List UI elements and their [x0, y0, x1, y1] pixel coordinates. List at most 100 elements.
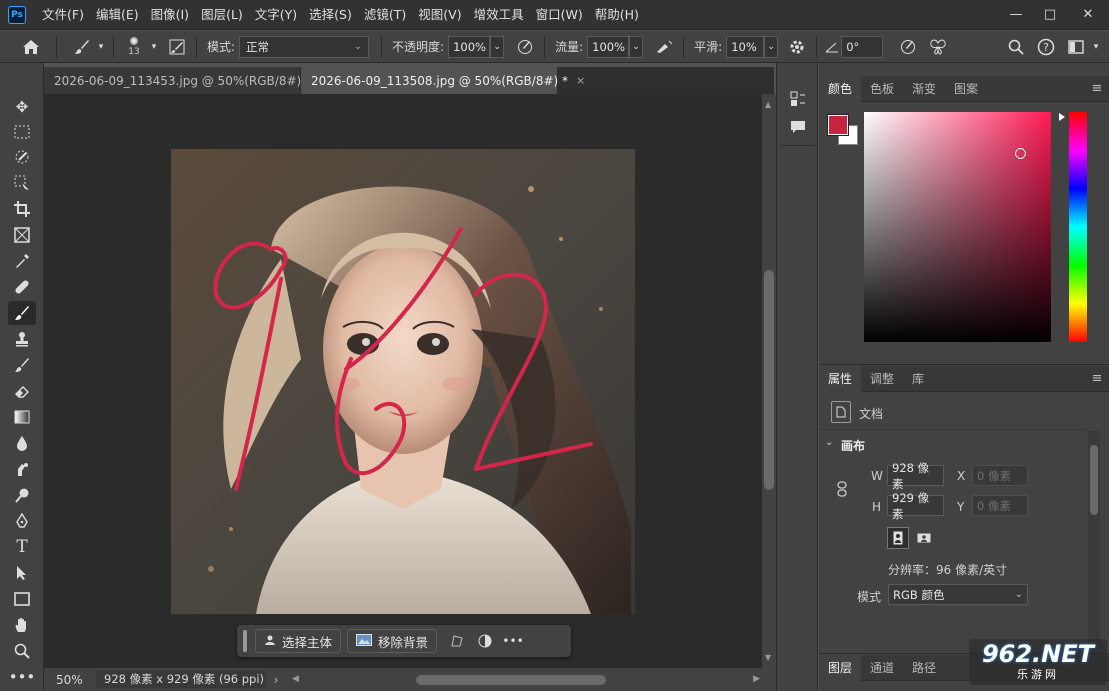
drag-handle[interactable] — [243, 630, 247, 652]
tab-paths[interactable]: 路径 — [903, 655, 945, 681]
flow-dropdown[interactable]: ⌄ — [629, 35, 644, 58]
brush-tool-icon[interactable] — [69, 34, 95, 60]
transform-icon[interactable] — [443, 634, 471, 648]
tab-properties[interactable]: 属性 — [819, 366, 862, 392]
close-button[interactable]: ✕ — [1067, 0, 1109, 30]
tab-color[interactable]: 颜色 — [819, 76, 862, 102]
panel-menu-icon[interactable]: ≡ — [1085, 366, 1109, 391]
gear-icon[interactable] — [784, 34, 810, 60]
tab-document-1[interactable]: 2026-06-09_113453.jpg @ 50%(RGB/8#) * × — [44, 67, 328, 94]
chevron-down-icon[interactable]: ▾ — [95, 34, 107, 60]
menu-type[interactable]: 文字(Y) — [249, 0, 303, 30]
history-brush-icon[interactable] — [8, 353, 36, 377]
rectangle-tool-icon[interactable] — [8, 587, 36, 611]
move-tool-icon[interactable]: ✥ — [8, 95, 36, 119]
pressure-opacity-icon[interactable] — [512, 34, 538, 60]
pressure-size-icon[interactable] — [895, 34, 921, 60]
more-tools-icon[interactable]: ••• — [8, 665, 36, 689]
panel-menu-icon[interactable]: ≡ — [1085, 76, 1109, 101]
history-panel-icon[interactable] — [788, 89, 808, 109]
tab-document-2[interactable]: 2026-06-09_113508.jpg @ 50%(RGB/8#) * × — [301, 67, 585, 94]
menu-help[interactable]: 帮助(H) — [589, 0, 645, 30]
pen-tool-icon[interactable] — [8, 509, 36, 533]
tab-libraries[interactable]: 库 — [903, 366, 933, 392]
smoothing-input[interactable]: 10% — [726, 35, 765, 58]
vertical-scroll-thumb[interactable] — [764, 270, 774, 490]
x-input[interactable]: 0 像素 — [972, 465, 1028, 486]
menu-view[interactable]: 视图(V) — [412, 0, 467, 30]
crop-tool-icon[interactable] — [8, 197, 36, 221]
mode-select[interactable]: 正常 ⌄ — [239, 35, 370, 58]
opacity-dropdown[interactable]: ⌄ — [490, 35, 505, 58]
y-input[interactable]: 0 像素 — [972, 495, 1028, 516]
menu-image[interactable]: 图像(I) — [145, 0, 195, 30]
eyedropper-tool-icon[interactable] — [8, 249, 36, 273]
document-image[interactable] — [171, 149, 635, 614]
flow-input[interactable]: 100% — [587, 35, 630, 58]
tab-channels[interactable]: 通道 — [861, 655, 903, 681]
document-info[interactable]: 928 像素 x 929 像素 (96 ppi) — [96, 671, 266, 688]
menu-filter[interactable]: 滤镜(T) — [358, 0, 412, 30]
menu-select[interactable]: 选择(S) — [303, 0, 358, 30]
hand-tool-icon[interactable] — [8, 613, 36, 637]
frame-tool-icon[interactable] — [8, 223, 36, 247]
menu-plugins[interactable]: 增效工具 — [468, 0, 530, 30]
quick-selection-icon[interactable] — [8, 171, 36, 195]
home-icon[interactable] — [18, 34, 44, 60]
width-input[interactable]: 928 像素 — [887, 461, 944, 491]
more-options-button[interactable]: ••• — [499, 634, 527, 648]
zoom-tool-icon[interactable] — [8, 639, 36, 663]
type-tool-icon[interactable]: T — [8, 535, 36, 559]
comments-panel-icon[interactable] — [788, 117, 808, 137]
canvas-section-toggle-icon[interactable]: ⌄ — [825, 437, 833, 448]
opacity-input[interactable]: 100% — [448, 35, 491, 58]
maximize-button[interactable]: □ — [1033, 0, 1067, 30]
height-input[interactable]: 929 像素 — [887, 491, 944, 521]
smudge-tool-icon[interactable] — [8, 457, 36, 481]
airbrush-icon[interactable] — [651, 34, 677, 60]
landscape-orientation-button[interactable] — [913, 527, 935, 549]
horizontal-scrollbar[interactable]: ◀ ▶ — [286, 672, 762, 687]
tab-gradients[interactable]: 渐变 — [903, 76, 945, 102]
hue-slider[interactable] — [1069, 112, 1087, 342]
blur-tool-icon[interactable] — [8, 431, 36, 455]
minimize-button[interactable]: — — [999, 0, 1033, 30]
object-selection-icon[interactable] — [8, 145, 36, 169]
select-subject-button[interactable]: 选择主体 — [255, 629, 342, 653]
brush-settings-icon[interactable] — [164, 34, 190, 60]
path-selection-icon[interactable] — [8, 561, 36, 585]
angle-input[interactable]: 0° — [841, 35, 884, 58]
menu-layer[interactable]: 图层(L) — [195, 0, 249, 30]
gradient-tool-icon[interactable] — [8, 405, 36, 429]
clone-stamp-icon[interactable] — [8, 327, 36, 351]
tab-patterns[interactable]: 图案 — [945, 76, 987, 102]
hue-slider-marker[interactable] — [1059, 113, 1065, 121]
marquee-tool-icon[interactable] — [8, 120, 36, 144]
tab-adjustments[interactable]: 调整 — [861, 366, 903, 392]
adjust-contrast-icon[interactable] — [471, 634, 499, 648]
tab-swatches[interactable]: 色板 — [861, 76, 903, 102]
eraser-tool-icon[interactable] — [8, 379, 36, 403]
tab-layers[interactable]: 图层 — [819, 655, 862, 681]
properties-scrollbar[interactable] — [1088, 431, 1100, 655]
workspace-icon[interactable] — [1063, 34, 1089, 60]
close-tab-icon[interactable]: × — [576, 74, 585, 87]
portrait-orientation-button[interactable] — [887, 527, 909, 549]
zoom-level[interactable]: 50% — [44, 673, 96, 687]
chevron-down-icon[interactable]: ▾ — [1089, 34, 1103, 60]
menu-window[interactable]: 窗口(W) — [530, 0, 589, 30]
horizontal-scroll-thumb[interactable] — [416, 674, 606, 685]
color-mode-select[interactable]: RGB 颜色 ⌄ — [888, 584, 1028, 605]
status-menu-arrow[interactable]: › — [266, 673, 286, 687]
smoothing-dropdown[interactable]: ⌄ — [764, 35, 779, 58]
chevron-down-icon[interactable]: ▾ — [148, 34, 160, 60]
healing-brush-icon[interactable] — [8, 275, 36, 299]
remove-background-button[interactable]: 移除背景 — [347, 629, 438, 653]
foreground-color-swatch[interactable] — [827, 114, 849, 136]
color-field[interactable] — [864, 112, 1051, 342]
menu-edit[interactable]: 编辑(E) — [90, 0, 145, 30]
dodge-tool-icon[interactable] — [8, 483, 36, 507]
help-icon[interactable]: ? — [1033, 34, 1059, 60]
brush-tool-icon[interactable] — [8, 301, 36, 325]
brush-preset-picker[interactable]: 13 — [120, 33, 148, 61]
